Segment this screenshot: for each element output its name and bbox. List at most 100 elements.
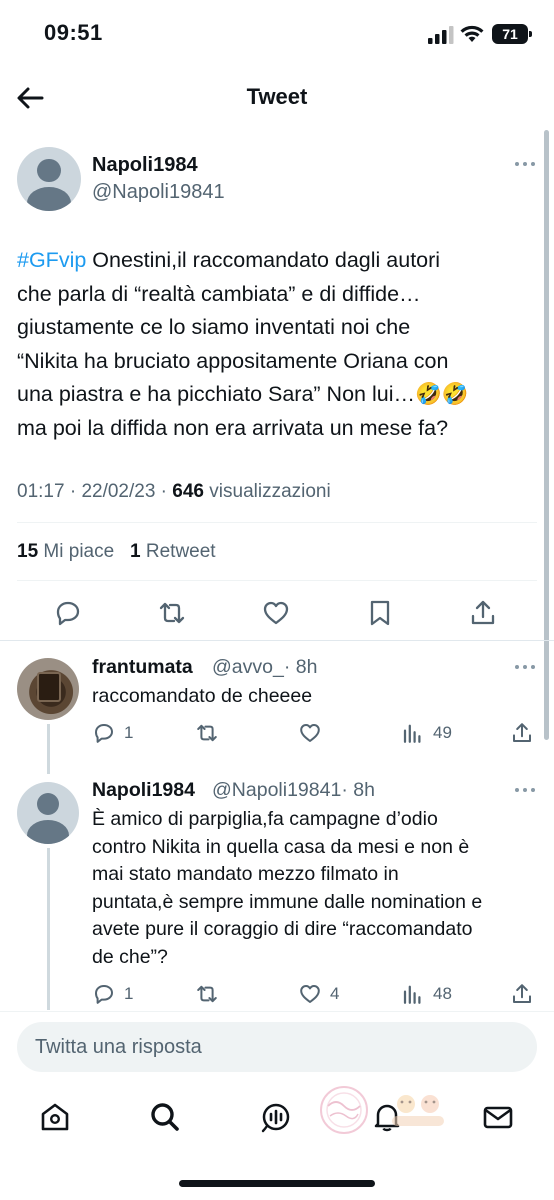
tweet-text: #GFvip Onestini,il raccomandato dagli au… (17, 244, 537, 445)
like-count: 4 (330, 984, 340, 1003)
tweet-text-line: giustamente ce lo siamo inventati noi ch… (17, 315, 411, 339)
tab-search[interactable] (148, 1100, 182, 1134)
home-indicator (179, 1180, 375, 1187)
retweet-icon (159, 602, 185, 624)
like-button[interactable]: 4 (298, 980, 339, 1008)
reply-text: È amico di parpiglia,fa campagne d’odio … (92, 806, 532, 971)
tab-spaces[interactable] (259, 1100, 293, 1134)
status-bar: 09:51 71 (0, 0, 554, 70)
battery-indicator: 71 (492, 24, 532, 44)
retweet-icon (197, 985, 217, 1003)
divider (0, 640, 554, 641)
divider (17, 580, 537, 581)
heart-icon (300, 985, 320, 1003)
more-options-icon[interactable] (514, 160, 536, 168)
like-button[interactable] (298, 719, 330, 747)
hashtag-link[interactable]: #GFvip (17, 248, 86, 272)
reply-action-bar: 1 4 48 (92, 980, 542, 1008)
views-count: 646 (172, 481, 204, 502)
tab-home[interactable] (38, 1100, 72, 1134)
share-button[interactable] (510, 719, 542, 747)
tweet-text-line: Onestini,il raccomandato dagli autori (86, 248, 441, 272)
reply-avatar[interactable] (17, 782, 79, 844)
spaces-icon (261, 1103, 290, 1133)
analytics-icon (403, 985, 421, 1004)
reply-author-name[interactable]: frantumata (92, 656, 193, 679)
bookmark-button[interactable] (365, 598, 395, 628)
tweet-date: 22/02/23 (81, 481, 156, 502)
reply-button[interactable] (53, 598, 83, 628)
views-button[interactable]: 49 (401, 719, 452, 747)
reply-text-line: È amico di parpiglia,fa campagne d’odio (92, 808, 438, 830)
share-button[interactable] (468, 598, 498, 628)
reply-author-handle[interactable]: @Napoli19841· 8h (212, 779, 375, 802)
reply-author-handle[interactable]: @avvo_· 8h (212, 656, 317, 679)
heart-icon (263, 601, 289, 625)
reply-text-line: contro Nikita in quella casa da mesi e n… (92, 835, 470, 858)
author-handle[interactable]: @Napoli19841 (92, 181, 225, 204)
tweet-time: 01:17 (17, 481, 65, 502)
tweet-text-line: “Nikita ha bruciato appositamente Oriana… (17, 348, 449, 373)
retweet-button[interactable] (195, 980, 227, 1008)
reply-text-line: puntata,è sempre immune dalle nomination… (92, 890, 483, 913)
tweet-text-line: una piastra e ha picchiato Sara” Non lui… (17, 382, 469, 406)
more-options-icon[interactable] (514, 663, 536, 671)
share-icon (513, 984, 531, 1003)
reply-input[interactable] (17, 1022, 537, 1072)
share-icon (513, 723, 531, 742)
likes-label[interactable]: Mi piace (43, 541, 114, 562)
tweet-text-line: ma poi la diffida non era arrivata un me… (17, 415, 449, 440)
tweet-text-line: che parla di “realtà cambiata” e di diff… (17, 281, 421, 306)
reply-text-line: mai stato mandato mezzo filmato in (92, 863, 399, 885)
search-icon (151, 1103, 179, 1131)
reply-button[interactable]: 1 (92, 980, 133, 1008)
analytics-icon (403, 724, 421, 743)
views-button[interactable]: 48 (401, 980, 452, 1008)
reply-button[interactable]: 1 (92, 719, 133, 747)
retweet-button[interactable] (157, 598, 187, 628)
reply-avatar[interactable] (17, 658, 79, 720)
reply-time: · 8h (283, 656, 318, 678)
share-icon (471, 600, 495, 625)
author-name[interactable]: Napoli1984 (92, 154, 198, 177)
like-button[interactable] (261, 598, 291, 628)
thread-line (47, 848, 50, 1010)
heart-icon (300, 724, 320, 742)
bookmark-icon (370, 600, 390, 626)
divider (0, 1011, 554, 1012)
reply-icon (95, 985, 113, 1004)
more-options-icon[interactable] (514, 786, 536, 794)
retweet-icon (197, 724, 217, 742)
status-time: 09:51 (44, 20, 103, 45)
reply-count: 1 (124, 723, 134, 742)
tweet-action-bar (0, 590, 554, 634)
retweets-label[interactable]: Retweet (146, 541, 216, 562)
reply-action-bar: 1 49 (92, 719, 542, 747)
retweets-count[interactable]: 1 (130, 541, 141, 562)
divider (17, 522, 537, 523)
reply-author-name[interactable]: Napoli1984 (92, 779, 195, 802)
reply-text-line: de che”? (92, 945, 168, 968)
reply-text-line: avete pure il coraggio di dire “raccoman… (92, 918, 473, 940)
share-button[interactable] (510, 980, 542, 1008)
cellular-signal-icon (428, 26, 454, 44)
reply-icon (56, 601, 80, 626)
tab-messages[interactable] (481, 1100, 515, 1134)
wifi-icon (460, 25, 484, 42)
thread-line (47, 724, 50, 774)
tweet-stats: 15 Mi piace 1 Retweet (17, 541, 216, 563)
likes-count[interactable]: 15 (17, 541, 38, 562)
reply-time: · 8h (341, 779, 375, 801)
reply-text: raccomandato de cheeee (92, 685, 313, 707)
bottom-tab-bar (0, 1090, 554, 1146)
views-count: 49 (433, 723, 452, 742)
home-icon (41, 1103, 69, 1131)
author-avatar[interactable] (17, 147, 81, 211)
reply-icon (95, 724, 113, 743)
retweet-button[interactable] (195, 719, 227, 747)
header: Tweet (0, 70, 554, 126)
reply-composer (17, 1022, 537, 1072)
scrollbar[interactable] (544, 130, 549, 740)
watermark-logo (320, 1086, 444, 1134)
reply-count: 1 (124, 984, 134, 1003)
